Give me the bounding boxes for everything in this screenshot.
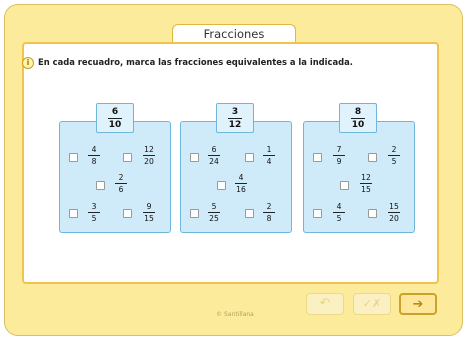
option-fraction-2-2: 14 (260, 145, 278, 166)
target-fraction-1: 6 10 (96, 103, 134, 133)
option-checkbox-1-2[interactable] (123, 153, 132, 162)
option-fraction-2-4: 5 25 (208, 202, 220, 223)
option-fraction-1-2: 12 20 (143, 145, 155, 166)
numerator: 8 (354, 107, 362, 117)
target-fraction-2: 3 12 (216, 103, 254, 133)
option-fraction-1-1: 48 (85, 145, 103, 166)
info-icon: i (22, 57, 34, 69)
option-checkbox-3-1[interactable] (313, 153, 322, 162)
numerator: 6 (111, 107, 119, 117)
option-checkbox-1-1[interactable] (69, 153, 78, 162)
target-fraction-1-value: 6 10 (97, 107, 133, 130)
option-fraction-1-5: 9 15 (143, 202, 155, 223)
denominator: 10 (351, 120, 365, 130)
denominator: 12 (228, 120, 242, 130)
option-checkbox-2-2[interactable] (245, 153, 254, 162)
option-checkbox-3-5[interactable] (368, 209, 377, 218)
option-checkbox-2-5[interactable] (245, 209, 254, 218)
target-fraction-3: 8 10 (339, 103, 377, 133)
option-checkbox-3-3[interactable] (340, 181, 349, 190)
option-checkbox-2-3[interactable] (217, 181, 226, 190)
target-fraction-3-value: 8 10 (340, 107, 376, 130)
option-checkbox-2-4[interactable] (190, 209, 199, 218)
copyright-footer: © Santillana (216, 311, 254, 318)
fraction-bar (228, 118, 242, 119)
option-checkbox-1-4[interactable] (69, 209, 78, 218)
denominator: 10 (108, 120, 122, 130)
option-fraction-3-4: 45 (330, 202, 348, 223)
option-fraction-3-2: 25 (385, 145, 403, 166)
option-fraction-2-1: 6 24 (208, 145, 220, 166)
option-fraction-2-5: 28 (260, 202, 278, 223)
option-checkbox-1-5[interactable] (123, 209, 132, 218)
activity-title: Fracciones equivalentes (172, 24, 296, 59)
target-fraction-2-value: 3 12 (217, 107, 253, 130)
numerator: 3 (231, 107, 239, 117)
option-fraction-3-1: 79 (330, 145, 348, 166)
fraction-bar (108, 118, 122, 119)
instruction-text: En cada recuadro, marca las fracciones e… (38, 57, 353, 67)
option-fraction-3-3: 12 15 (360, 173, 372, 194)
option-checkbox-3-2[interactable] (368, 153, 377, 162)
option-fraction-1-4: 35 (85, 202, 103, 223)
option-checkbox-3-4[interactable] (313, 209, 322, 218)
option-fraction-2-3: 4 16 (235, 173, 247, 194)
option-checkbox-2-1[interactable] (190, 153, 199, 162)
fraction-bar (351, 118, 365, 119)
option-fraction-3-5: 15 20 (388, 202, 400, 223)
option-fraction-1-3: 26 (112, 173, 130, 194)
option-checkbox-1-3[interactable] (96, 181, 105, 190)
